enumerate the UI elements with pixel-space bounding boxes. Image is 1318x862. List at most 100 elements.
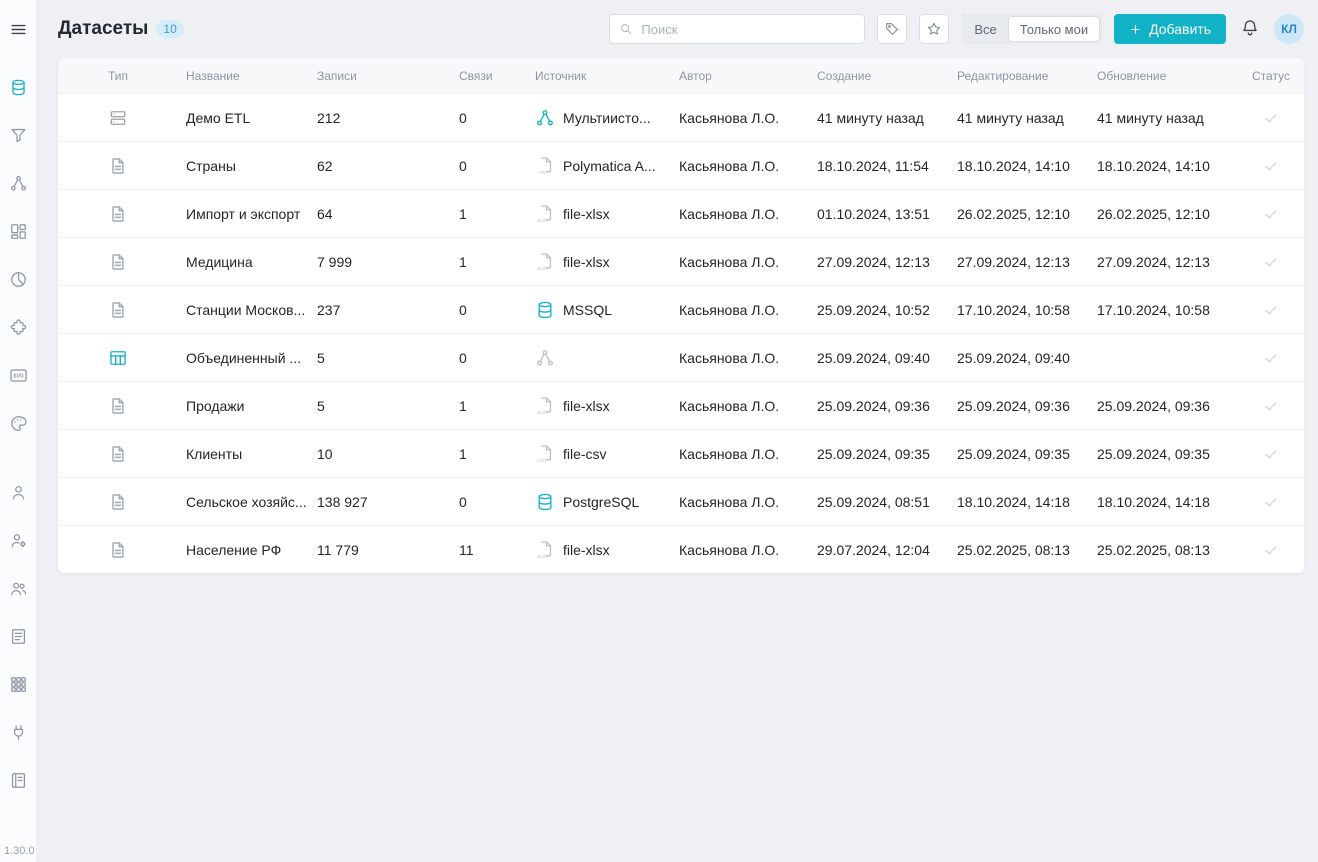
sidebar-item-modules[interactable] — [0, 660, 37, 708]
dataset-records: 7 999 — [317, 238, 459, 285]
status-check-icon — [1263, 110, 1279, 126]
dataset-status-cell — [1237, 382, 1304, 429]
dataset-name: Станции Москов... — [178, 286, 317, 333]
plus-icon — [1129, 23, 1142, 36]
table-row[interactable]: Демо ETL 212 0 Мультиисто... Касьянова Л… — [58, 93, 1304, 141]
tags-button[interactable] — [877, 14, 907, 44]
table-row[interactable]: Продажи 5 1 file-xlsx Касьянова Л.О. 25.… — [58, 381, 1304, 429]
dataset-status-cell — [1237, 526, 1304, 573]
sidebar-item-datasets[interactable] — [0, 63, 37, 111]
file-type-icon — [108, 492, 128, 512]
sidebar-item-documents[interactable] — [0, 612, 37, 660]
dataset-author: Касьянова Л.О. — [679, 238, 817, 285]
dataset-name: Импорт и экспорт — [178, 190, 317, 237]
user-gear-icon — [9, 531, 28, 550]
table-row[interactable]: Сельское хозяйс... 138 927 0 PostgreSQL … — [58, 477, 1304, 525]
network-icon — [9, 174, 28, 193]
dataset-source-cell: Мультиисто... — [535, 94, 679, 141]
table-row[interactable]: Импорт и экспорт 64 1 file-xlsx Касьянов… — [58, 189, 1304, 237]
datasets-table: ТипНазваниеЗаписиСвязиИсточникАвторСозда… — [58, 58, 1304, 573]
sidebar-item-svg[interactable] — [0, 351, 37, 399]
menu-button[interactable] — [0, 17, 37, 41]
sidebar-item-filters[interactable] — [0, 111, 37, 159]
status-check-icon — [1263, 398, 1279, 414]
sidebar-item-plugins[interactable] — [0, 303, 37, 351]
dataset-type-cell — [58, 94, 178, 141]
dataset-author: Касьянова Л.О. — [679, 382, 817, 429]
sidebar-item-etl[interactable] — [0, 159, 37, 207]
sidebar-group-2 — [0, 468, 37, 804]
table-body: Демо ETL 212 0 Мультиисто... Касьянова Л… — [58, 93, 1304, 573]
dataset-records: 10 — [317, 430, 459, 477]
database-source-icon — [535, 492, 555, 512]
dataset-edited: 27.09.2024, 12:13 — [957, 238, 1097, 285]
table-row[interactable]: Клиенты 10 1 file-csv Касьянова Л.О. 25.… — [58, 429, 1304, 477]
dataset-edited: 18.10.2024, 14:18 — [957, 478, 1097, 525]
table-row[interactable]: Объединенный ... 5 0 Касьянова Л.О. 25.0… — [58, 333, 1304, 381]
dataset-status-cell — [1237, 478, 1304, 525]
dataset-source-label: Мультиисто... — [563, 110, 651, 126]
dataset-records: 212 — [317, 94, 459, 141]
table-row[interactable]: Медицина 7 999 1 file-xlsx Касьянова Л.О… — [58, 237, 1304, 285]
column-header: Редактирование — [957, 58, 1097, 93]
column-header: Обновление — [1097, 58, 1237, 93]
dataset-source-cell: file-xlsx — [535, 238, 679, 285]
dataset-links: 1 — [459, 190, 535, 237]
dataset-created: 25.09.2024, 09:35 — [817, 430, 957, 477]
dataset-updated: 18.10.2024, 14:18 — [1097, 478, 1237, 525]
dataset-created: 18.10.2024, 11:54 — [817, 142, 957, 189]
sidebar-item-connections[interactable] — [0, 708, 37, 756]
tag-icon — [884, 21, 900, 37]
search-input[interactable] — [639, 21, 855, 38]
dataset-updated: 25.09.2024, 09:36 — [1097, 382, 1237, 429]
file-type-icon — [108, 156, 128, 176]
dataset-links: 0 — [459, 94, 535, 141]
dataset-name: Население РФ — [178, 526, 317, 573]
user-avatar[interactable]: КЛ — [1274, 14, 1304, 44]
network-source-icon — [535, 348, 555, 368]
dataset-links: 1 — [459, 238, 535, 285]
dataset-source-cell: file-xlsx — [535, 526, 679, 573]
dataset-records: 5 — [317, 382, 459, 429]
table-row[interactable]: Население РФ 11 779 11 file-xlsx Касьяно… — [58, 525, 1304, 573]
dataset-records: 64 — [317, 190, 459, 237]
user-icon — [9, 483, 28, 502]
dataset-created: 27.09.2024, 12:13 — [817, 238, 957, 285]
dataset-type-cell — [58, 334, 178, 381]
sidebar-item-profile[interactable] — [0, 468, 37, 516]
favorites-button[interactable] — [919, 14, 949, 44]
filter-mine-option[interactable]: Только мои — [1008, 16, 1100, 42]
column-header: Автор — [679, 58, 817, 93]
table-row[interactable]: Станции Москов... 237 0 MSSQL Касьянова … — [58, 285, 1304, 333]
filter-all-option[interactable]: Все — [963, 22, 1007, 37]
sidebar-item-groups[interactable] — [0, 564, 37, 612]
dataset-records: 62 — [317, 142, 459, 189]
dataset-updated: 25.09.2024, 09:35 — [1097, 430, 1237, 477]
dataset-created: 25.09.2024, 08:51 — [817, 478, 957, 525]
dataset-source-label: file-xlsx — [563, 542, 610, 558]
file-xlsx-source-icon — [535, 540, 555, 560]
dataset-updated — [1097, 334, 1237, 381]
dataset-edited: 41 минуту назад — [957, 94, 1097, 141]
dataset-type-cell — [58, 238, 178, 285]
search-icon — [619, 22, 633, 36]
file-api-source-icon — [535, 156, 555, 176]
sidebar-item-journal[interactable] — [0, 756, 37, 804]
sidebar-item-palette[interactable] — [0, 399, 37, 447]
dataset-created: 01.10.2024, 13:51 — [817, 190, 957, 237]
status-check-icon — [1263, 542, 1279, 558]
dataset-edited: 25.02.2025, 08:13 — [957, 526, 1097, 573]
star-icon — [926, 21, 942, 37]
dataset-name: Сельское хозяйс... — [178, 478, 317, 525]
dataset-links: 1 — [459, 430, 535, 477]
ownership-toggle: Все Только мои — [961, 14, 1102, 44]
add-dataset-button[interactable]: Добавить — [1114, 14, 1226, 44]
table-row[interactable]: Страны 62 0 Polymatica A... Касьянова Л.… — [58, 141, 1304, 189]
dataset-links: 0 — [459, 142, 535, 189]
notifications-button[interactable] — [1238, 17, 1262, 41]
dataset-source-label: MSSQL — [563, 302, 612, 318]
sidebar-item-charts[interactable] — [0, 255, 37, 303]
sidebar-item-dashboards[interactable] — [0, 207, 37, 255]
dataset-source-cell: file-xlsx — [535, 190, 679, 237]
sidebar-item-administration[interactable] — [0, 516, 37, 564]
